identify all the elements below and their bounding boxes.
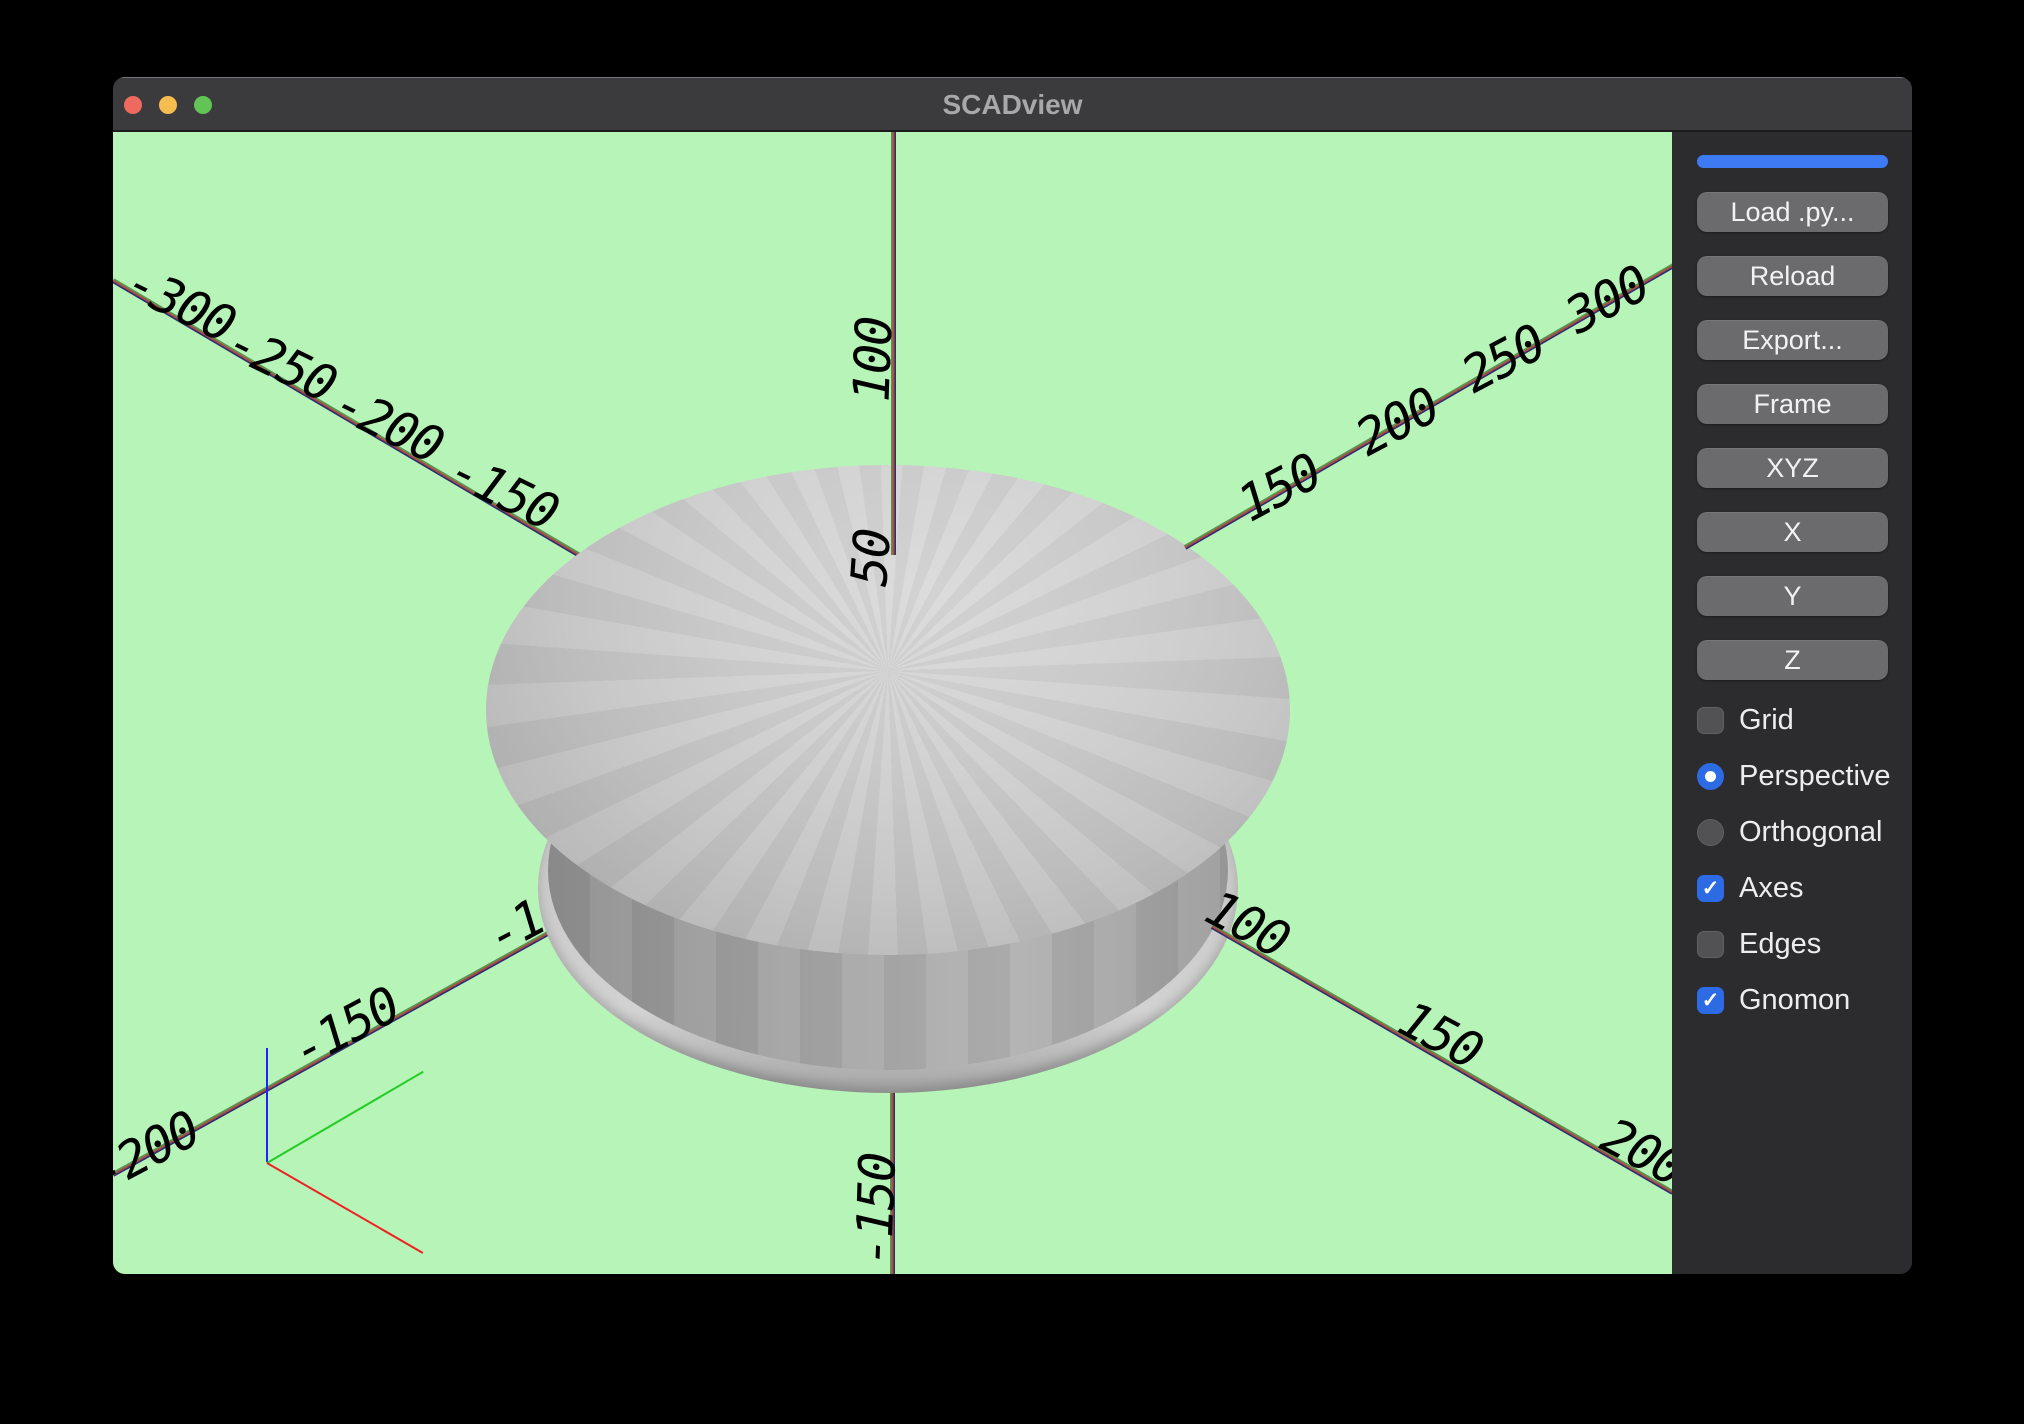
titlebar: SCADview [113, 77, 1912, 132]
axis-tick-label: 200 [1592, 1107, 1672, 1198]
grid-label: Grid [1739, 704, 1794, 737]
z-button[interactable]: Z [1697, 640, 1888, 680]
axis-tick-label: -150 [845, 1153, 907, 1267]
export-button[interactable]: Export... [1697, 320, 1888, 360]
axes-checkbox-control[interactable]: ✓ [1697, 875, 1724, 902]
axes-checkbox[interactable]: ✓ Axes [1697, 871, 1803, 905]
perspective-radio-control[interactable] [1697, 763, 1724, 790]
axis-tick-label: -300 [117, 252, 243, 353]
progress-bar [1697, 155, 1888, 168]
edges-checkbox[interactable]: Edges [1697, 927, 1821, 961]
axis-tick-label: -150 [282, 976, 408, 1080]
window-content: -300-250-200-150100150200300250200150-10… [113, 132, 1912, 1274]
y-button[interactable]: Y [1697, 576, 1888, 616]
axis-tick-label: -200 [325, 373, 451, 474]
grid-checkbox-control[interactable] [1697, 707, 1724, 734]
gnomon-checkbox-control[interactable]: ✓ [1697, 987, 1724, 1014]
gnomon-checkbox[interactable]: ✓ Gnomon [1697, 983, 1850, 1017]
axis-tick-label: 250 [1452, 314, 1554, 405]
axis-tick-label: -150 [440, 440, 566, 541]
gnomon-z-axis [266, 1048, 268, 1162]
gnomon-x-axis [267, 1162, 424, 1254]
edges-checkbox-control[interactable] [1697, 931, 1724, 958]
axis-tick-label: -250 [218, 312, 344, 413]
app-window: SCADview -300-250-200-150100150200300250… [113, 77, 1912, 1274]
reload-button[interactable]: Reload [1697, 256, 1888, 296]
axis-tick-label: 50 [840, 528, 902, 588]
gnomon-y-axis [266, 1071, 423, 1164]
orthogonal-radio[interactable]: Orthogonal [1697, 815, 1883, 849]
perspective-label: Perspective [1739, 760, 1891, 793]
edges-label: Edges [1739, 928, 1821, 961]
axis-tick-label: 150 [1389, 990, 1491, 1081]
sidebar-panel: Load .py... Reload Export... Frame XYZ XYZ Gr… [1672, 132, 1912, 1274]
orthogonal-radio-control[interactable] [1697, 819, 1724, 846]
axis-tick-label: 200 [1346, 377, 1448, 468]
axis-tick-label: 150 [1228, 443, 1330, 534]
load-py-button[interactable]: Load .py... [1697, 192, 1888, 232]
3d-viewport[interactable]: -300-250-200-150100150200300250200150-10… [113, 132, 1672, 1274]
frame-button[interactable]: Frame [1697, 384, 1888, 424]
x-button[interactable]: X [1697, 512, 1888, 552]
axis-tick-label: 300 [1556, 255, 1658, 346]
axes-label: Axes [1739, 872, 1803, 905]
window-title: SCADview [113, 78, 1912, 133]
xyz-button[interactable]: XYZ [1697, 448, 1888, 488]
orthogonal-label: Orthogonal [1739, 816, 1883, 849]
axis-tick-label: -200 [113, 1100, 208, 1204]
perspective-radio[interactable]: Perspective [1697, 759, 1891, 793]
axis-tick-label: 100 [843, 317, 904, 403]
grid-checkbox[interactable]: Grid [1697, 703, 1794, 737]
gnomon-label: Gnomon [1739, 984, 1850, 1017]
